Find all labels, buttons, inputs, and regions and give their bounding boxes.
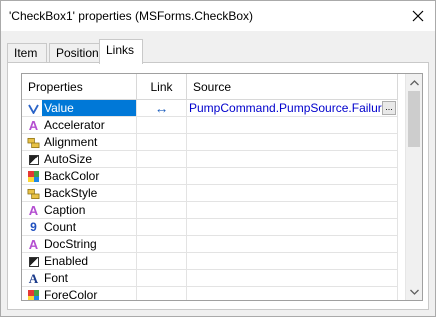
table-row[interactable]: Enabled [22,253,398,270]
property-cell[interactable]: BackStyle [22,185,137,201]
table-row[interactable]: Alignment [22,134,398,151]
property-cell[interactable]: Value [22,100,137,116]
property-name: Caption [44,203,86,217]
link-cell[interactable] [137,185,187,201]
property-name: Value [44,101,74,115]
link-cell[interactable] [137,168,187,184]
boolean-icon [27,255,40,268]
table-row[interactable]: AutoSize [22,151,398,168]
table-row[interactable]: BackColor [22,168,398,185]
property-name: Count [44,220,77,234]
source-cell[interactable] [187,219,398,235]
property-cell[interactable]: ForeColor [22,287,137,301]
link-cell[interactable] [137,219,187,235]
scroll-up-button[interactable] [406,74,422,91]
tab-links[interactable]: Links [99,39,143,64]
property-name: Font [44,271,69,285]
chevron-down-icon [410,289,419,295]
tab-item[interactable]: Item [7,43,47,63]
source-cell[interactable] [187,151,398,167]
property-name: BackColor [44,169,100,183]
property-name: Accelerator [44,118,105,132]
style-icon [27,187,40,200]
text-a-icon: A [28,118,39,133]
grid-header: Properties Link Source [22,74,398,100]
close-icon [412,10,424,22]
properties-dialog: 'CheckBox1' properties (MSForms.CheckBox… [0,0,436,317]
property-name: Enabled [44,254,89,268]
alignment-icon [27,136,40,149]
property-name: ForeColor [44,288,98,301]
table-row[interactable]: 9 Count [22,219,398,236]
property-cell[interactable]: A Caption [22,202,137,218]
variable-icon [27,102,40,115]
table-row[interactable]: ForeColor [22,287,398,301]
tab-position[interactable]: Position [49,43,101,63]
title-bar: 'CheckBox1' properties (MSForms.CheckBox… [1,1,435,31]
property-name: AutoSize [44,152,93,166]
property-name: BackStyle [44,186,98,200]
link-cell[interactable] [137,134,187,150]
property-cell[interactable]: Alignment [22,134,137,150]
link-cell[interactable] [137,117,187,133]
boolean-icon [27,153,40,166]
browse-source-button[interactable]: ... [382,101,396,115]
source-cell[interactable] [187,287,398,300]
property-name: DocString [44,237,97,251]
font-icon: A [28,271,39,286]
source-cell[interactable] [187,117,398,133]
chevron-up-icon [410,79,419,85]
property-cell[interactable]: AutoSize [22,151,137,167]
property-cell[interactable]: 9 Count [22,219,137,235]
property-cell[interactable]: A DocString [22,236,137,252]
links-panel: Properties Link Source Value ↔ PumpCommand… [7,62,429,310]
link-cell[interactable] [137,253,187,269]
property-cell[interactable]: BackColor [22,168,137,184]
link-cell[interactable] [137,151,187,167]
column-header-link[interactable]: Link [137,74,187,100]
scroll-thumb[interactable] [408,91,420,147]
link-cell[interactable] [137,270,187,286]
color-icon [27,170,40,183]
column-header-source[interactable]: Source [187,74,398,100]
property-cell[interactable]: Enabled [22,253,137,269]
source-cell[interactable] [187,134,398,150]
source-cell[interactable] [187,185,398,201]
vertical-scrollbar[interactable] [405,74,422,300]
source-cell[interactable] [187,236,398,252]
source-value: PumpCommand.PumpSource.Failure [189,101,389,115]
property-cell[interactable]: A Font [22,270,137,286]
table-row[interactable]: A Accelerator [22,117,398,134]
property-cell[interactable]: A Accelerator [22,117,137,133]
link-cell[interactable]: ↔ [137,100,187,116]
table-row[interactable]: A Caption [22,202,398,219]
link-cell[interactable] [137,236,187,252]
column-header-properties[interactable]: Properties [22,74,137,100]
link-cell[interactable] [137,202,187,218]
source-cell[interactable] [187,253,398,269]
color-icon [27,289,40,300]
grid-rows: Value ↔ PumpCommand.PumpSource.Failure... A… [22,100,398,301]
source-cell[interactable]: PumpCommand.PumpSource.Failure... [187,100,398,116]
table-row[interactable]: BackStyle [22,185,398,202]
text-a-icon: A [28,203,39,218]
links-grid: Properties Link Source Value ↔ PumpCommand… [21,73,423,301]
scroll-down-button[interactable] [406,283,422,300]
text-a-icon: A [28,237,39,252]
link-cell[interactable] [137,287,187,300]
link-arrow-icon: ↔ [154,100,169,116]
number-icon: 9 [30,220,37,234]
property-name: Alignment [44,135,98,149]
source-cell[interactable] [187,202,398,218]
close-button[interactable] [405,3,431,29]
source-cell[interactable] [187,168,398,184]
table-row[interactable]: Value ↔ PumpCommand.PumpSource.Failure... [22,100,398,117]
table-row[interactable]: A Font [22,270,398,287]
table-row[interactable]: A DocString [22,236,398,253]
source-cell[interactable] [187,270,398,286]
window-title: 'CheckBox1' properties (MSForms.CheckBox… [9,9,253,23]
